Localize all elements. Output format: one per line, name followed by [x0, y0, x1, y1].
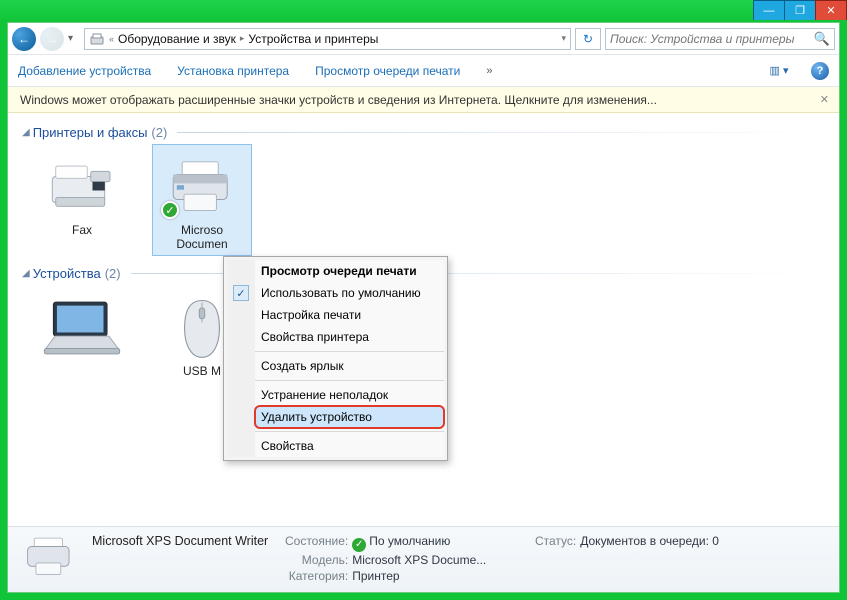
group-divider	[177, 132, 825, 133]
menu-properties[interactable]: Свойства	[255, 435, 444, 457]
device-fax-label: Fax	[35, 223, 129, 237]
chevron-right-icon[interactable]: ▸	[240, 33, 245, 44]
menu-printer-properties[interactable]: Свойства принтера	[255, 326, 444, 348]
refresh-button[interactable]: ↻	[575, 28, 601, 50]
devices-icon	[89, 31, 105, 47]
details-model-val: Microsoft XPS Docume...	[352, 553, 486, 567]
title-bar: — ❐ ✕	[0, 0, 847, 22]
menu-troubleshoot[interactable]: Устранение неполадок	[255, 384, 444, 406]
menu-set-default[interactable]: ✓ Использовать по умолчанию	[255, 282, 444, 304]
view-options-button[interactable]: ▥ ▾	[765, 61, 793, 81]
add-printer-link[interactable]: Установка принтера	[177, 64, 289, 78]
address-dropdown[interactable]: ▾	[561, 33, 566, 44]
breadcrumb-devices[interactable]: Устройства и принтеры	[248, 32, 378, 46]
toolbar-overflow[interactable]: »	[486, 65, 492, 77]
breadcrumb-sep: «	[109, 34, 114, 44]
search-icon[interactable]: 🔍	[814, 31, 830, 47]
details-state-val: По умолчанию	[369, 534, 450, 548]
fax-icon	[35, 151, 129, 223]
printer-icon: ✓	[155, 151, 249, 223]
group-devices-title: Устройства	[33, 266, 101, 281]
maximize-button[interactable]: ❐	[784, 0, 816, 20]
group-devices-count: (2)	[105, 266, 121, 281]
device-xps-writer[interactable]: ✓ Microso Documen	[152, 144, 252, 256]
window-client: ← → ▾ « Оборудование и звук ▸ Устройства…	[7, 22, 840, 593]
device-fax[interactable]: Fax	[32, 144, 132, 256]
group-printers-title: Принтеры и факсы	[33, 125, 148, 140]
info-bar-close[interactable]: ✕	[820, 93, 829, 106]
group-printers-count: (2)	[151, 125, 167, 140]
forward-button[interactable]: →	[40, 27, 64, 51]
info-bar-text: Windows может отображать расширенные зна…	[20, 93, 657, 107]
menu-remove-device[interactable]: Удалить устройство	[255, 406, 444, 428]
info-bar[interactable]: Windows может отображать расширенные зна…	[8, 87, 839, 113]
ok-icon: ✓	[352, 538, 366, 552]
help-icon[interactable]: ?	[811, 62, 829, 80]
collapse-icon[interactable]: ◢	[22, 268, 30, 279]
history-dropdown[interactable]: ▾	[68, 33, 80, 44]
details-model-key: Модель:	[280, 552, 348, 568]
menu-separator	[255, 431, 444, 432]
details-status-key: Статус:	[508, 533, 576, 549]
breadcrumb-hardware[interactable]: Оборудование и звук	[118, 32, 236, 46]
details-name: Microsoft XPS Document Writer	[92, 533, 268, 549]
details-thumbnail	[20, 533, 80, 583]
back-button[interactable]: ←	[12, 27, 36, 51]
menu-separator	[255, 351, 444, 352]
menu-create-shortcut[interactable]: Создать ярлык	[255, 355, 444, 377]
details-state-key: Состояние:	[280, 533, 348, 549]
details-status-val: Документов в очереди: 0	[580, 534, 719, 548]
menu-set-default-label: Использовать по умолчанию	[261, 286, 421, 300]
view-queue-link[interactable]: Просмотр очереди печати	[315, 64, 460, 78]
context-menu: Просмотр очереди печати ✓ Использовать п…	[223, 256, 448, 461]
address-bar[interactable]: « Оборудование и звук ▸ Устройства и при…	[84, 28, 571, 50]
nav-row: ← → ▾ « Оборудование и звук ▸ Устройства…	[8, 23, 839, 55]
search-box[interactable]: 🔍	[605, 28, 835, 50]
menu-separator	[255, 380, 444, 381]
default-check-icon: ✓	[161, 201, 179, 219]
command-bar: Добавление устройства Установка принтера…	[8, 55, 839, 87]
device-laptop[interactable]	[32, 285, 132, 383]
details-category-key: Категория:	[280, 568, 348, 584]
check-icon: ✓	[233, 285, 249, 301]
group-printers-header[interactable]: ◢ Принтеры и факсы (2)	[22, 125, 825, 140]
device-xps-label-line1: Microso	[155, 223, 249, 237]
menu-print-preferences[interactable]: Настройка печати	[255, 304, 444, 326]
details-category-val: Принтер	[352, 569, 399, 583]
close-button[interactable]: ✕	[815, 0, 847, 20]
search-input[interactable]	[610, 32, 814, 46]
add-device-link[interactable]: Добавление устройства	[18, 64, 151, 78]
device-xps-label-line2: Documen	[155, 237, 249, 251]
collapse-icon[interactable]: ◢	[22, 127, 30, 138]
minimize-button[interactable]: —	[753, 0, 785, 20]
menu-view-queue[interactable]: Просмотр очереди печати	[255, 260, 444, 282]
laptop-icon	[35, 292, 129, 364]
details-pane: Microsoft XPS Document Writer Состояние:…	[8, 526, 839, 592]
